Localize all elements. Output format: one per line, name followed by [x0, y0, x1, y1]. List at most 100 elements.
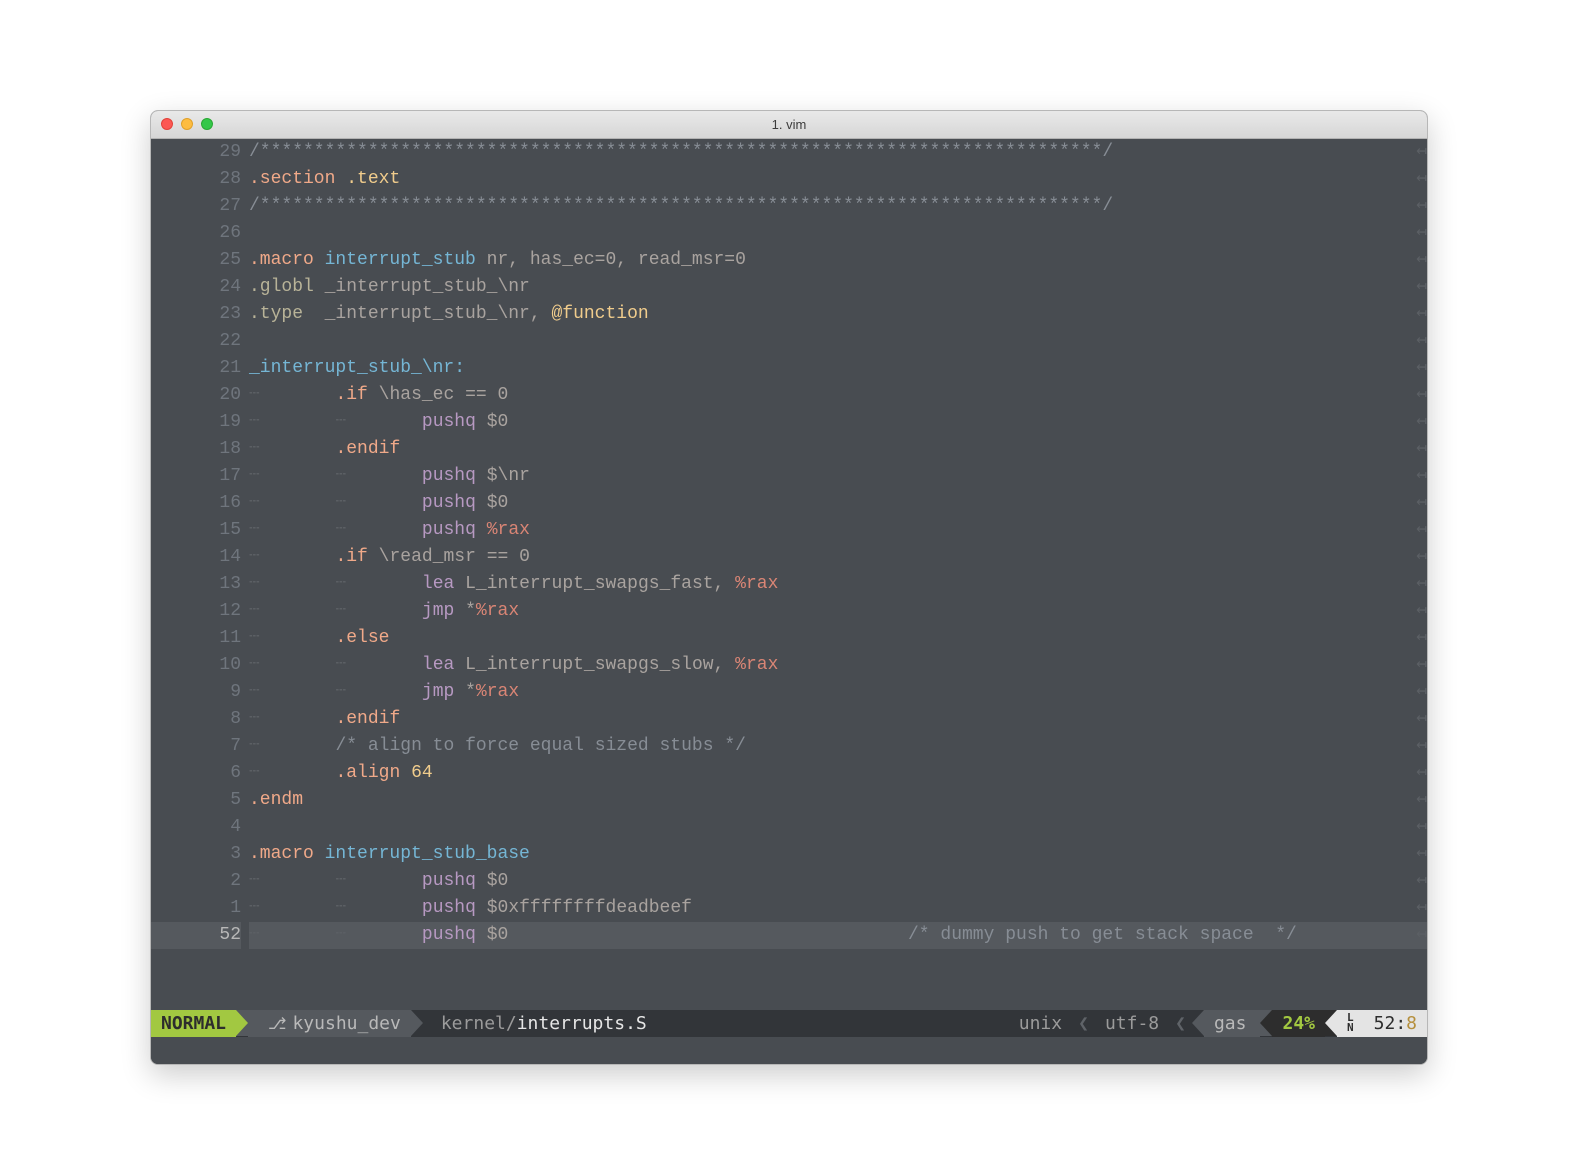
- eol-marker-icon: ↤: [1416, 166, 1427, 193]
- code-line[interactable]: ┄ /* align to force equal sized stubs */…: [249, 733, 1427, 760]
- code-line[interactable]: ┄ ┄ pushq $0↤: [249, 490, 1427, 517]
- code-line[interactable]: ↤: [249, 328, 1427, 355]
- eol-marker-icon: ↤: [1416, 733, 1427, 760]
- eol-marker-icon: ↤: [1416, 706, 1427, 733]
- line-number-gutter: 2928272625242322212019181716151413121110…: [151, 139, 249, 1010]
- separator-icon: [411, 1010, 423, 1036]
- separator-icon: [236, 1010, 248, 1036]
- line-number: 28: [151, 166, 241, 193]
- line-number: 16: [151, 490, 241, 517]
- eol-marker-icon: ↤: [1416, 787, 1427, 814]
- line-number: 11: [151, 625, 241, 652]
- code-line[interactable]: ┄ .align 64↤: [249, 760, 1427, 787]
- code-line[interactable]: ┄ ┄ pushq $0↤: [249, 409, 1427, 436]
- line-number: 26: [151, 220, 241, 247]
- ln-icon: LN: [1347, 1013, 1354, 1033]
- separator-icon: [1260, 1010, 1272, 1036]
- line-number: 2: [151, 868, 241, 895]
- status-line: NORMAL ⎇ kyushu_dev kernel/interrupts.S …: [151, 1010, 1427, 1037]
- eol-marker-icon: ↤: [1416, 355, 1427, 382]
- line-number: 13: [151, 571, 241, 598]
- git-branch-segment: ⎇ kyushu_dev: [248, 1010, 411, 1037]
- command-line-area[interactable]: [151, 1037, 1427, 1064]
- code-line[interactable]: ┄ .endif↤: [249, 706, 1427, 733]
- code-line[interactable]: /***************************************…: [249, 139, 1427, 166]
- code-line[interactable]: ┄ ┄ pushq $\nr↤: [249, 463, 1427, 490]
- code-line[interactable]: ┄ ┄ lea L_interrupt_swapgs_fast, %rax↤: [249, 571, 1427, 598]
- code-line[interactable]: /***************************************…: [249, 193, 1427, 220]
- separator-icon: ❮: [1072, 1013, 1095, 1034]
- git-branch-name: kyushu_dev: [292, 1013, 400, 1034]
- line-number: 25: [151, 247, 241, 274]
- eol-marker-icon: ↤: [1416, 490, 1427, 517]
- code-line[interactable]: ┄ ┄ jmp *%rax↤: [249, 598, 1427, 625]
- line-number: 52: [151, 922, 241, 949]
- line-number-glyph: LN: [1337, 1010, 1364, 1037]
- code-line[interactable]: .endm↤: [249, 787, 1427, 814]
- separator-icon: [1325, 1010, 1337, 1036]
- code-line[interactable]: ┄ ┄ lea L_interrupt_swapgs_slow, %rax↤: [249, 652, 1427, 679]
- line-number: 20: [151, 382, 241, 409]
- code-line[interactable]: _interrupt_stub_\nr:↤: [249, 355, 1427, 382]
- traffic-lights: [151, 118, 213, 130]
- git-branch-icon: ⎇: [268, 1014, 286, 1033]
- eol-marker-icon: ↤: [1416, 760, 1427, 787]
- line-number: 22: [151, 328, 241, 355]
- eol-marker-icon: ↤: [1416, 247, 1427, 274]
- line-number: 18: [151, 436, 241, 463]
- file-path-segment: kernel/interrupts.S: [423, 1010, 657, 1037]
- code-line[interactable]: ┄ ┄ pushq %rax↤: [249, 517, 1427, 544]
- eol-marker-icon: ↤: [1416, 382, 1427, 409]
- code-line[interactable]: .section .text↤: [249, 166, 1427, 193]
- code-line[interactable]: ┄ .else↤: [249, 625, 1427, 652]
- file-dir: kernel/: [441, 1013, 517, 1034]
- window-minimize-button[interactable]: [181, 118, 193, 130]
- separator-icon: ❮: [1169, 1013, 1192, 1034]
- cursor-col: 8: [1406, 1013, 1417, 1034]
- window-title: 1. vim: [151, 117, 1427, 132]
- line-number: 14: [151, 544, 241, 571]
- eol-marker-icon: ↤: [1416, 841, 1427, 868]
- line-number: 27: [151, 193, 241, 220]
- eol-marker-icon: ↤: [1416, 274, 1427, 301]
- line-number: 19: [151, 409, 241, 436]
- line-number: 5: [151, 787, 241, 814]
- code-line[interactable]: .macro interrupt_stub_base↤: [249, 841, 1427, 868]
- terminal-window: 1. vim 292827262524232221201918171615141…: [150, 110, 1428, 1065]
- titlebar: 1. vim: [151, 111, 1427, 139]
- line-number: 6: [151, 760, 241, 787]
- line-number: 24: [151, 274, 241, 301]
- eol-marker-icon: ↤: [1416, 463, 1427, 490]
- code-line[interactable]: .macro interrupt_stub nr, has_ec=0, read…: [249, 247, 1427, 274]
- code-line[interactable]: ┄ ┄ jmp *%rax↤: [249, 679, 1427, 706]
- eol-marker-icon: ↤: [1416, 409, 1427, 436]
- line-number: 17: [151, 463, 241, 490]
- encoding-segment: utf-8: [1095, 1010, 1169, 1037]
- editor-area[interactable]: 2928272625242322212019181716151413121110…: [151, 139, 1427, 1010]
- eol-marker-icon: ↤: [1416, 679, 1427, 706]
- code-line[interactable]: .type _interrupt_stub_\nr, @function↤: [249, 301, 1427, 328]
- eol-marker-icon: ↤: [1416, 139, 1427, 166]
- code-line[interactable]: ┄ .endif↤: [249, 436, 1427, 463]
- code-line[interactable]: ┄ ┄ pushq $0 /* dummy push to get stack …: [249, 922, 1427, 949]
- eol-marker-icon: ↤: [1416, 922, 1427, 949]
- code-line[interactable]: .globl _interrupt_stub_\nr↤: [249, 274, 1427, 301]
- eol-marker-icon: ↤: [1416, 814, 1427, 841]
- code-line[interactable]: ┄ .if \read_msr == 0↤: [249, 544, 1427, 571]
- file-name: interrupts.S: [517, 1013, 647, 1034]
- percent-segment: 24%: [1272, 1010, 1325, 1037]
- status-spacer: [657, 1010, 1009, 1037]
- code-line[interactable]: ↤: [249, 814, 1427, 841]
- code-line[interactable]: ┄ ┄ pushq $0↤: [249, 868, 1427, 895]
- code-line[interactable]: ↤: [249, 220, 1427, 247]
- eol-marker-icon: ↤: [1416, 625, 1427, 652]
- code-content[interactable]: /***************************************…: [249, 139, 1427, 1010]
- fileformat-segment: unix: [1009, 1010, 1072, 1037]
- code-line[interactable]: ┄ ┄ pushq $0xffffffffdeadbeef↤: [249, 895, 1427, 922]
- line-number: 10: [151, 652, 241, 679]
- window-maximize-button[interactable]: [201, 118, 213, 130]
- code-line[interactable]: ┄ .if \has_ec == 0↤: [249, 382, 1427, 409]
- eol-marker-icon: ↤: [1416, 517, 1427, 544]
- window-close-button[interactable]: [161, 118, 173, 130]
- line-number: 3: [151, 841, 241, 868]
